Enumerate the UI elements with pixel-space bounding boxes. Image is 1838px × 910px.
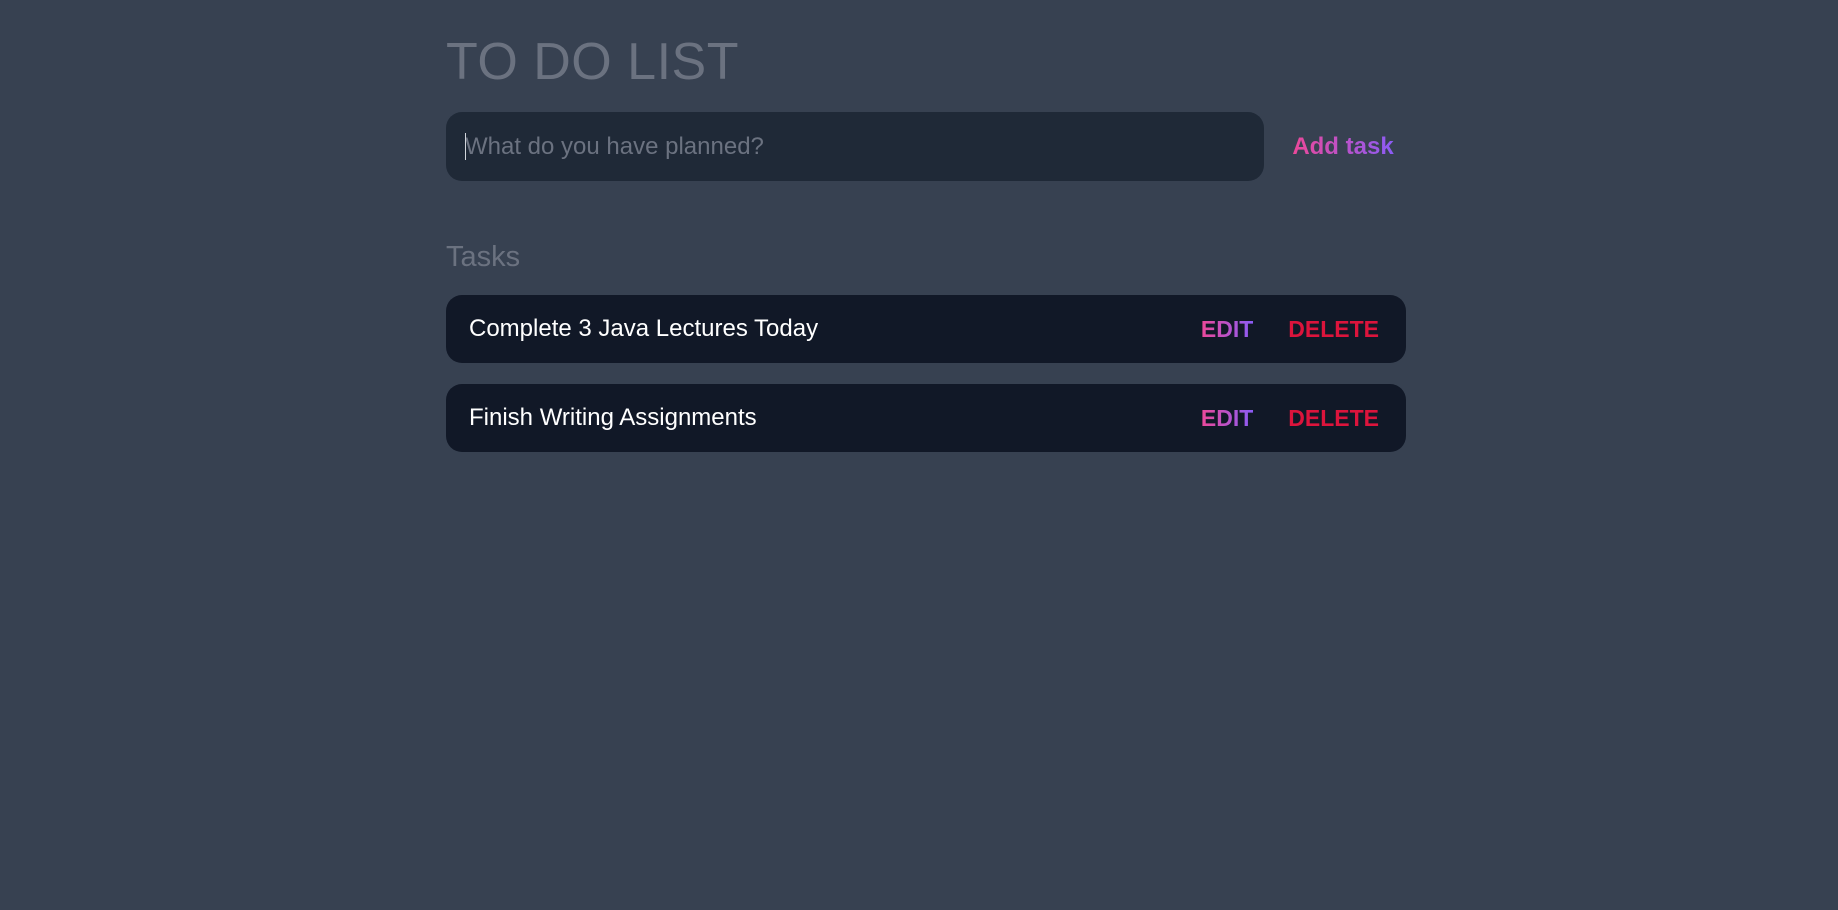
task-item: Finish Writing Assignments EDIT DELETE <box>446 384 1406 452</box>
page-title: TO DO LIST <box>446 33 739 91</box>
delete-task-button[interactable]: DELETE <box>1288 295 1379 363</box>
new-task-input[interactable] <box>446 112 1264 181</box>
task-text: Finish Writing Assignments <box>469 404 757 431</box>
add-task-label: Add task <box>1292 132 1394 160</box>
add-task-button[interactable]: Add task <box>1280 112 1406 181</box>
edit-label: EDIT <box>1200 316 1254 342</box>
task-item: Complete 3 Java Lectures Today EDIT DELE… <box>446 295 1406 363</box>
edit-task-button[interactable]: EDIT <box>1201 384 1253 452</box>
task-text: Complete 3 Java Lectures Today <box>469 315 819 342</box>
task-actions: EDIT DELETE <box>1201 384 1379 452</box>
new-task-form: Add task <box>446 112 1406 181</box>
edit-task-button[interactable]: EDIT <box>1201 295 1253 363</box>
delete-task-button[interactable]: DELETE <box>1288 384 1379 452</box>
task-list: Complete 3 Java Lectures Today EDIT DELE… <box>446 295 1406 473</box>
edit-label: EDIT <box>1200 405 1254 431</box>
task-actions: EDIT DELETE <box>1201 295 1379 363</box>
text-caret <box>465 133 466 160</box>
tasks-heading: Tasks <box>446 241 521 273</box>
